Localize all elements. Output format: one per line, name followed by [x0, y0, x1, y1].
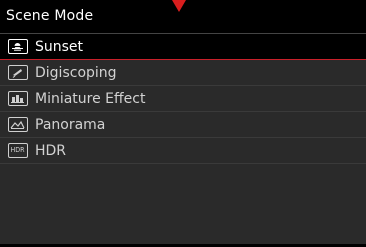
menu-item-label: Panorama — [35, 117, 106, 133]
scene-mode-screen: Scene Mode Sunset Digiscoping Miniature … — [0, 0, 366, 247]
menu-item-label: HDR — [35, 143, 67, 159]
menu-item-sunset[interactable]: Sunset — [0, 35, 366, 60]
menu-item-label: Sunset — [35, 39, 84, 55]
position-marker-icon — [172, 0, 186, 12]
panorama-icon — [8, 117, 28, 132]
scene-mode-list: Sunset Digiscoping Miniature Effect Pano… — [0, 35, 366, 244]
hdr-icon-text: HDR — [10, 146, 25, 154]
menu-item-digiscoping[interactable]: Digiscoping — [0, 61, 366, 86]
telescope-icon — [8, 65, 28, 80]
menu-item-panorama[interactable]: Panorama — [0, 113, 366, 138]
menu-item-hdr[interactable]: HDR HDR — [0, 139, 366, 164]
sunset-icon — [8, 39, 28, 54]
menu-item-miniature-effect[interactable]: Miniature Effect — [0, 87, 366, 112]
miniature-icon — [8, 91, 28, 106]
hdr-icon: HDR — [8, 143, 28, 158]
menu-item-label: Digiscoping — [35, 65, 117, 81]
menu-item-label: Miniature Effect — [35, 91, 146, 107]
page-title: Scene Mode — [6, 8, 94, 24]
